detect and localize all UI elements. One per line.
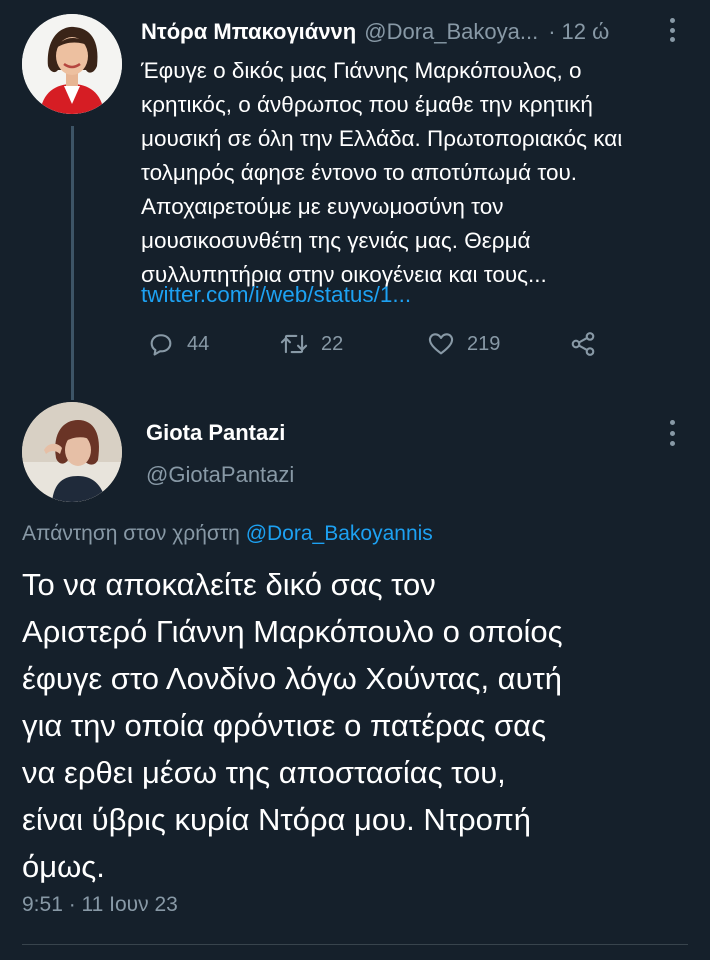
- share-icon: [571, 332, 595, 356]
- reply-icon: [150, 334, 172, 356]
- tweet2-text: Το να αποκαλείτε δικό σας τον Αριστερό Γ…: [22, 561, 692, 890]
- tweet2-text-line: Αριστερό Γιάννη Μαρκόπουλο ο οποίος: [22, 614, 563, 649]
- tweet1-text-line: κρητικός, ο άνθρωπος που έμαθε την κρητι…: [141, 92, 593, 117]
- tweet1-text-line: τολμηρός άφησε έντονο το αποτύπωμά του.: [141, 160, 578, 185]
- reply-button[interactable]: 44: [147, 326, 209, 362]
- divider: [22, 944, 688, 945]
- tweet1-header: Ντόρα Μπακογιάννη @Dora_Bakoya... · 12 ώ: [141, 14, 681, 50]
- tweet2-more-icon[interactable]: [665, 420, 679, 446]
- tweet1-text: Έφυγε ο δικός μας Γιάννης Μαρκόπουλος, ο…: [141, 54, 681, 292]
- avatar-giota[interactable]: [22, 402, 122, 502]
- tweet1-text-line: μουσική σε όλη την Ελλάδα. Πρωτοποριακός…: [141, 126, 623, 151]
- like-count: 219: [467, 332, 501, 355]
- tweet1-display-name[interactable]: Ντόρα Μπακογιάννη: [141, 19, 356, 45]
- avatar-giota-image: [22, 402, 122, 502]
- heart-icon: [428, 333, 454, 355]
- tweet2-text-line: όμως.: [22, 849, 105, 884]
- thread-connector-line: [71, 126, 74, 400]
- tweet1-text-line: μουσικοσυνθέτη της γενιάς μας. Θερμά: [141, 228, 531, 253]
- tweet1-more-icon[interactable]: [665, 18, 679, 42]
- tweet1-link[interactable]: twitter.com/i/web/status/1...: [141, 278, 411, 312]
- like-button[interactable]: 219: [427, 326, 500, 362]
- retweet-button[interactable]: 22: [279, 326, 343, 362]
- reply-mention-link[interactable]: @Dora_Bakoyannis: [246, 522, 433, 545]
- avatar-dora[interactable]: [22, 14, 122, 114]
- tweet1-time[interactable]: 12 ώ: [562, 19, 610, 45]
- tweet1-text-line: Αποχαιρετούμε με ευγνωμοσύνη τον: [141, 194, 504, 219]
- reply-prefix: Απάντηση στον χρήστη: [22, 522, 240, 545]
- tweet1-handle[interactable]: @Dora_Bakoya...: [364, 19, 538, 45]
- tweet1-text-line: Έφυγε ο δικός μας Γιάννης Μαρκόπουλος, ο: [141, 58, 582, 83]
- avatar-dora-image: [22, 14, 122, 114]
- tweet2-text-line: να ερθει μέσω της αποστασίας του,: [22, 755, 506, 790]
- tweet2-timestamp[interactable]: 9:51 · 11 Ιουν 23: [22, 893, 178, 917]
- tweet2-display-name[interactable]: Giota Pantazi: [146, 420, 285, 446]
- share-button[interactable]: [569, 326, 597, 362]
- tweet2-handle[interactable]: @GiotaPantazi: [146, 462, 294, 488]
- tweet2-text-line: για την οποία φρόντισε ο πατέρας σας: [22, 708, 547, 743]
- retweet-count: 22: [321, 332, 344, 355]
- tweet1-separator: ·: [548, 19, 556, 44]
- tweet2-text-line: έφυγε στο Λονδίνο λόγω Χούντας, αυτή: [22, 661, 563, 696]
- retweet-icon: [280, 334, 308, 354]
- tweet1-actions: 44 22 219: [141, 326, 621, 362]
- reply-context: Απάντηση στον χρήστη @Dora_Bakoyannis: [22, 522, 433, 546]
- reply-count: 44: [187, 332, 210, 355]
- tweet2-text-line: Το να αποκαλείτε δικό σας τον: [22, 567, 436, 602]
- tweet2-text-line: είναι ύβρις κυρία Ντόρα μου. Ντροπή: [22, 802, 532, 837]
